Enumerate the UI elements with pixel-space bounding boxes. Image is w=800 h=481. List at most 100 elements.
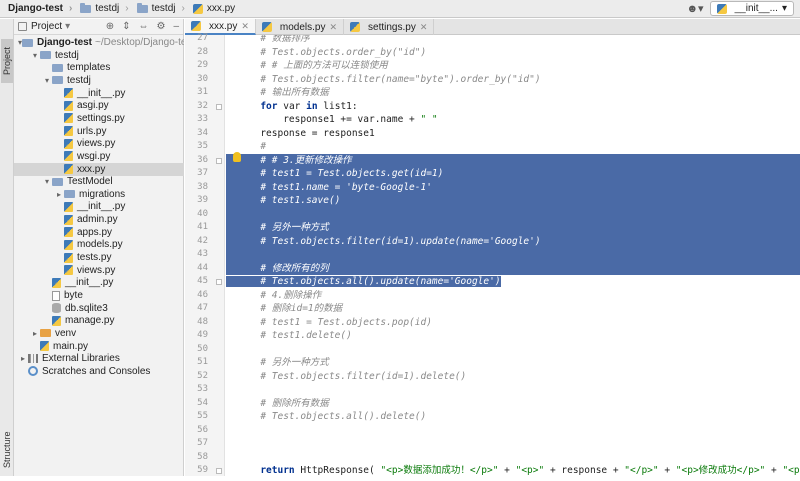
expand-all-icon[interactable]: ⇕ — [122, 21, 130, 32]
tree-item[interactable]: tests.py — [14, 251, 184, 264]
python-file-icon — [64, 126, 73, 137]
tree-item[interactable]: byte — [14, 289, 184, 302]
chevron-right-icon[interactable]: ▸ — [54, 190, 64, 199]
tree-item[interactable]: wsgi.py — [14, 150, 184, 163]
tree-item[interactable]: __init__.py — [14, 200, 184, 213]
code-text: # Test.objects.all().delete() — [260, 411, 427, 422]
tree-item-path: ~/Desktop/Django-test — [95, 37, 184, 48]
chevron-down-icon[interactable]: ▾ — [42, 76, 52, 85]
chevron-right-icon[interactable]: ▸ — [30, 329, 40, 338]
close-icon[interactable]: ✕ — [420, 22, 428, 33]
code-editor[interactable]: # 数据排序 # Test.objects.order_by("id") # #… — [226, 35, 800, 476]
code-text: # 另外一种方式 — [260, 222, 329, 233]
tab-xxx-py[interactable]: xxx.py ✕ — [185, 19, 256, 35]
keyword: return — [260, 465, 295, 476]
line-number: 36 — [197, 154, 208, 165]
fold-marker-icon[interactable] — [216, 157, 222, 164]
breadcrumb-project[interactable]: Django-test › — [0, 3, 72, 14]
line-number: 48 — [197, 316, 208, 327]
tree-item[interactable]: db.sqlite3 — [14, 302, 184, 315]
fold-marker-icon[interactable] — [216, 468, 222, 474]
chevron-down-icon: ▾ — [781, 3, 787, 14]
tree-item[interactable]: ▸ migrations — [14, 188, 184, 201]
code-text: # 修改所有的列 — [260, 262, 329, 274]
code-text: # Test.objects.filter(id=1).delete() — [260, 370, 467, 382]
project-panel-title[interactable]: Project — [31, 21, 62, 32]
code-text: # — [260, 141, 267, 152]
tree-item[interactable]: Scratches and Consoles — [14, 365, 184, 378]
tree-item[interactable]: apps.py — [14, 226, 184, 239]
line-number: 39 — [197, 195, 208, 205]
tree-item[interactable]: views.py — [14, 264, 184, 277]
code-line: # test1.delete() — [226, 329, 352, 343]
tree-item[interactable]: ▾Django-test~/Desktop/Django-test — [14, 36, 184, 49]
tree-item[interactable]: ▸ External Libraries — [14, 352, 184, 365]
tree-item[interactable]: asgi.py — [14, 99, 184, 112]
left-tool-strip: Project Structure — [0, 19, 14, 476]
chevron-right-icon[interactable]: ▸ — [18, 354, 28, 363]
tree-item[interactable]: manage.py — [14, 314, 184, 327]
tree-item[interactable]: __init__.py — [14, 276, 184, 289]
tree-item[interactable]: views.py — [14, 137, 184, 150]
tree-item[interactable]: settings.py — [14, 112, 184, 125]
tree-item-label: tests.py — [77, 252, 112, 264]
collapse-all-icon[interactable]: ⇔ — [138, 21, 148, 32]
python-file-icon — [64, 201, 73, 212]
run-configuration-select[interactable]: __init__... ▾ — [709, 1, 794, 16]
python-file-icon — [64, 252, 73, 263]
chevron-down-icon[interactable]: ▾ — [65, 21, 70, 32]
folder-icon — [80, 2, 92, 13]
locate-icon[interactable]: ⊕ — [106, 21, 114, 32]
close-icon[interactable]: ✕ — [329, 22, 337, 33]
tree-item[interactable]: admin.py — [14, 213, 184, 226]
line-number: 29 — [197, 60, 208, 70]
code-text: # Test.objects.filter(id=1).update(name=… — [260, 235, 541, 247]
fold-marker-icon[interactable] — [216, 103, 222, 110]
folder-icon — [40, 51, 51, 60]
tree-item[interactable]: __init__.py — [14, 87, 184, 100]
tree-item[interactable]: urls.py — [14, 125, 184, 138]
folder-icon — [64, 190, 75, 199]
structure-tool-tab[interactable]: Structure — [1, 419, 13, 481]
line-number: 53 — [197, 384, 208, 394]
folder-icon — [40, 329, 51, 338]
lightbulb-icon[interactable] — [233, 152, 241, 162]
breadcrumb-file[interactable]: xxx.py — [185, 3, 235, 14]
tree-item[interactable]: ▾ testdj — [14, 74, 184, 87]
breadcrumb-testdj-2[interactable]: testdj › — [129, 2, 185, 14]
chevron-down-icon[interactable]: ▾ — [30, 51, 40, 60]
close-icon[interactable]: ✕ — [241, 21, 249, 32]
minimize-icon[interactable]: – — [173, 21, 179, 32]
tree-item-label: admin.py — [77, 214, 118, 226]
fold-marker-icon[interactable] — [216, 279, 222, 285]
tree-item-label: byte — [64, 290, 83, 301]
breadcrumb-testdj-1[interactable]: testdj › — [72, 2, 129, 14]
user-icon[interactable]: ☻▾ — [686, 2, 703, 15]
breadcrumb-label: Django-test — [8, 3, 63, 14]
tab-settings-py[interactable]: settings.py ✕ — [344, 19, 435, 35]
tree-item[interactable]: ▾ testdj — [14, 49, 184, 62]
tree-item[interactable]: ▾ TestModel — [14, 175, 184, 188]
code-line: return HttpResponse( "<p>数据添加成功！</p>" + … — [226, 464, 800, 476]
tree-item[interactable]: main.py — [14, 340, 184, 353]
project-tool-tab[interactable]: Project — [1, 39, 13, 83]
folder-icon — [52, 177, 63, 186]
gear-icon[interactable]: ⚙ — [156, 21, 165, 32]
tab-models-py[interactable]: models.py ✕ — [256, 19, 345, 35]
tree-item-label: TestModel — [67, 176, 113, 188]
chevron-down-icon[interactable]: ▾ — [42, 177, 52, 186]
tree-item[interactable]: ▸ venv — [14, 327, 184, 340]
tree-item[interactable]: xxx.py — [14, 162, 184, 176]
code-line: # 另外一种方式 — [226, 221, 800, 235]
tree-item[interactable]: models.py — [14, 238, 184, 251]
tree-item[interactable]: templates — [14, 61, 184, 74]
code-line — [226, 383, 237, 397]
